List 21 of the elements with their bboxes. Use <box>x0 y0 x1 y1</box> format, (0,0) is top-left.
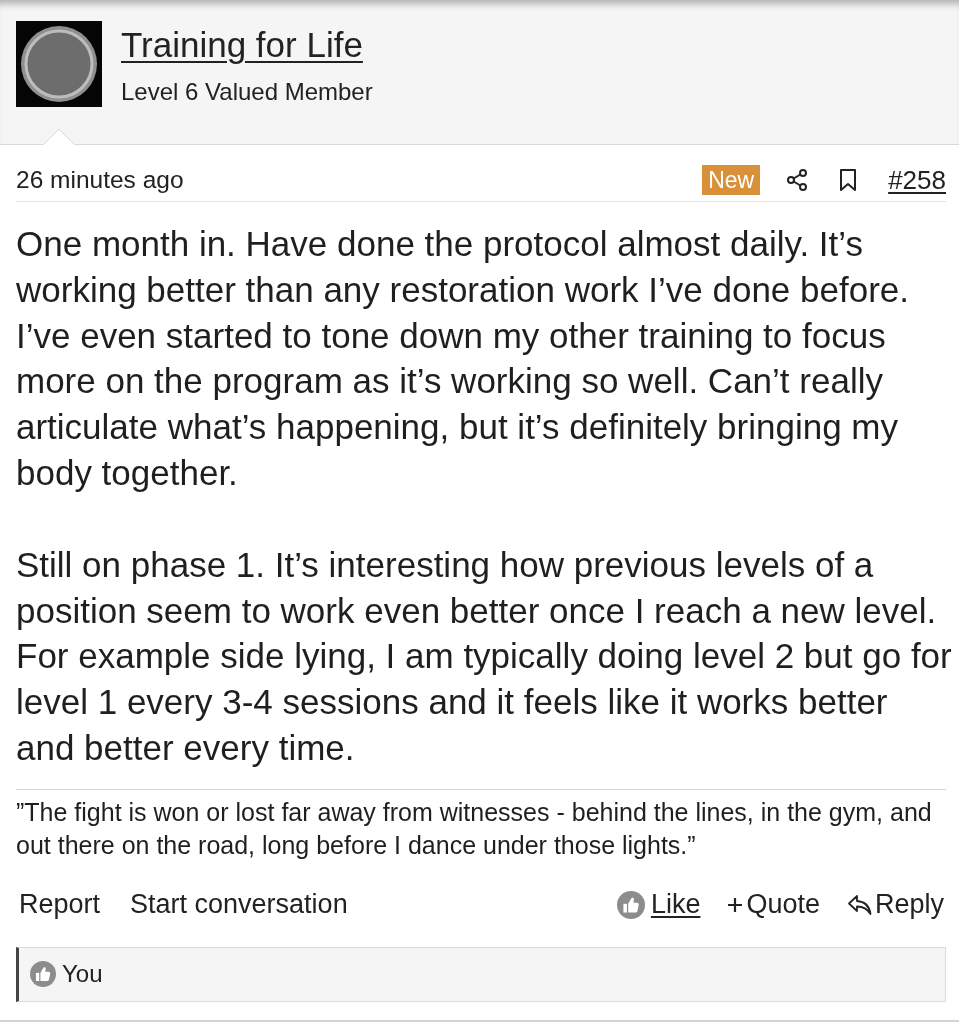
new-badge: New <box>702 165 761 195</box>
share-icon[interactable] <box>785 168 810 192</box>
signature-quote: ”The fight is won or lost far away from witnesses - behind the lines, in the gym, and out there on the road, long before I dance under those lights.” <box>16 796 933 861</box>
liker-name-link[interactable]: You <box>62 960 103 989</box>
bookmark-icon[interactable] <box>838 168 859 192</box>
thumbs-up-icon <box>30 961 56 988</box>
post-paragraph: Still on phase 1. It’s interesting how previous levels of a position seem to work even better once I reach a new level. For example side lying, I am typically doing level 2 but go for level 1 every 3-4 sessions and it feels like it works better and better every time. <box>16 543 953 769</box>
action-link[interactable]: Start conversation <box>130 889 348 921</box>
author-name-link[interactable]: Training for Life <box>121 24 373 66</box>
thumbs-up-icon <box>616 890 645 919</box>
quote-button[interactable]: Quote <box>727 889 820 921</box>
post-number-link[interactable]: #258 <box>888 164 946 196</box>
reply-button[interactable]: Reply <box>846 889 944 921</box>
action-link[interactable]: Report <box>19 889 101 921</box>
avatar-placeholder[interactable] <box>16 21 102 107</box>
post-paragraph: One month in. Have done the protocol almost daily. It’s working better than any restoration work I’ve done before. I’ve even started to tone down my other training to focus more on the program as it’s working so well. Can’t really articulate what’s happening, but it’s definitely bringing my body together. <box>16 223 910 494</box>
reply-arrow-icon <box>846 893 872 916</box>
plus-icon <box>727 896 744 913</box>
post-timestamp[interactable]: 26 minutes ago <box>16 166 184 194</box>
like-button[interactable]: Like <box>616 889 701 921</box>
user-title: Level 6 Valued Member <box>121 77 373 107</box>
